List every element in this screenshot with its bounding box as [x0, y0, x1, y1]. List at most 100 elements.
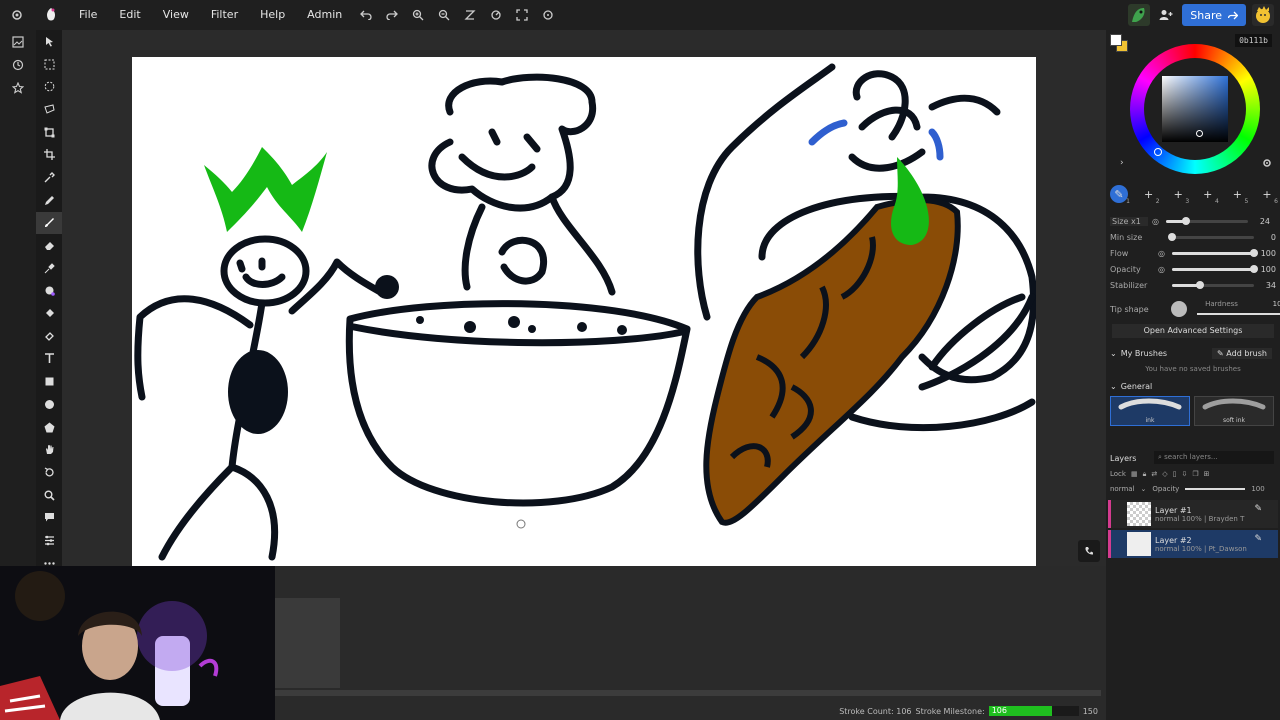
- user-avatar-2[interactable]: [1252, 4, 1274, 26]
- rectangle-shape-icon[interactable]: [36, 370, 62, 393]
- chef-head: [428, 73, 597, 212]
- add-user-icon[interactable]: [1156, 5, 1176, 25]
- history-icon[interactable]: [0, 53, 36, 76]
- expand-chevron-icon[interactable]: ›: [1120, 158, 1124, 168]
- layer-search-input[interactable]: ⌕ search layers...: [1154, 451, 1274, 464]
- brush-slot-3[interactable]: +3: [1169, 185, 1190, 206]
- brush-slot-4[interactable]: +4: [1199, 185, 1219, 206]
- comment-icon[interactable]: [36, 506, 62, 529]
- lock-icon[interactable]: 🔒︎: [1143, 470, 1147, 479]
- clear-layer-icon[interactable]: ◇: [1162, 470, 1167, 478]
- undo-icon[interactable]: [353, 0, 379, 30]
- brush-soft-ink[interactable]: soft ink: [1194, 396, 1274, 426]
- favorites-star-icon[interactable]: [0, 76, 36, 99]
- settings-icon[interactable]: [0, 0, 34, 30]
- opacity-slider[interactable]: Opacity ◎ 100: [1110, 262, 1276, 276]
- my-brushes-header[interactable]: ⌄ My Brushes ✎ Add brush: [1110, 346, 1276, 360]
- crop-icon[interactable]: [36, 143, 62, 166]
- menu-edit[interactable]: Edit: [108, 0, 151, 30]
- layer-opacity-value: 100: [1251, 485, 1265, 493]
- color-swatch-icon[interactable]: [36, 280, 62, 303]
- menu-filter[interactable]: Filter: [200, 0, 249, 30]
- min-size-slider[interactable]: Min size 0: [1110, 230, 1276, 244]
- brush-slot-6[interactable]: +6: [1258, 185, 1278, 206]
- stabilizer-slider[interactable]: Stabilizer 34: [1110, 278, 1276, 292]
- redo-icon[interactable]: [379, 0, 405, 30]
- general-header[interactable]: ⌄ General: [1110, 379, 1276, 393]
- layer-brush-icon[interactable]: ✎: [1254, 504, 1262, 514]
- color-settings-icon[interactable]: [1262, 158, 1272, 170]
- layer-row-1[interactable]: Layer #1 normal 100% | Brayden T ✎: [1108, 500, 1278, 528]
- timeline-frame[interactable]: [275, 598, 340, 688]
- move-tool-icon[interactable]: [36, 30, 62, 53]
- brush-slot-1[interactable]: ✎ 1: [1110, 185, 1130, 205]
- filters-icon[interactable]: [36, 529, 62, 552]
- ellipse-select-icon[interactable]: [36, 75, 62, 98]
- add-brush-button[interactable]: ✎ Add brush: [1212, 347, 1272, 359]
- pressure-icon[interactable]: ◎: [1152, 217, 1164, 226]
- smudge-icon[interactable]: [36, 257, 62, 280]
- layer-row-2[interactable]: Layer #2 normal 100% | Pt_Dawson ✎: [1108, 530, 1278, 558]
- menu-file[interactable]: File: [68, 0, 108, 30]
- zoom-tool-icon[interactable]: [36, 484, 62, 507]
- layer-brush-icon[interactable]: ✎: [1254, 534, 1262, 544]
- user-avatar-1[interactable]: [1128, 4, 1151, 26]
- text-tool-icon[interactable]: [36, 348, 62, 371]
- app-logo-icon[interactable]: [34, 0, 68, 30]
- lasso-icon[interactable]: [36, 98, 62, 121]
- zoom-in-icon[interactable]: [405, 0, 431, 30]
- timeline[interactable]: [275, 566, 1106, 720]
- fullscreen-icon[interactable]: [509, 0, 535, 30]
- eyedropper-icon[interactable]: [36, 166, 62, 189]
- share-button[interactable]: Share: [1182, 4, 1246, 26]
- flip-icon[interactable]: [457, 0, 483, 30]
- open-advanced-settings-button[interactable]: Open Advanced Settings: [1112, 324, 1274, 338]
- gradient-icon[interactable]: [36, 325, 62, 348]
- brush-slot-5[interactable]: +5: [1228, 185, 1249, 206]
- right-panel: 0b111b › ✎ 1 +2 +3 +4 +5 +6 Size x1 ◎ 24 …: [1106, 30, 1280, 720]
- transform-icon[interactable]: [36, 121, 62, 144]
- wheel-picker[interactable]: [1154, 148, 1162, 156]
- timeline-scrollbar[interactable]: [275, 690, 1101, 696]
- brush-tool-icon[interactable]: [36, 211, 62, 235]
- rotate-canvas-icon[interactable]: [36, 461, 62, 484]
- pressure-icon[interactable]: ◎: [1158, 265, 1170, 274]
- duplicate-layer-icon[interactable]: ❐: [1192, 470, 1198, 478]
- menu-help[interactable]: Help: [249, 0, 296, 30]
- fill-bucket-icon[interactable]: [36, 302, 62, 325]
- lock-label: Lock: [1110, 470, 1126, 478]
- brush-ink[interactable]: ink: [1110, 396, 1190, 426]
- lock-transparency-icon[interactable]: ▦: [1131, 470, 1138, 478]
- image-panel-icon[interactable]: [0, 30, 36, 53]
- merge-layer-icon[interactable]: ⇩: [1181, 470, 1187, 478]
- ellipse-shape-icon[interactable]: [36, 393, 62, 416]
- canvas-tool-button[interactable]: [1078, 540, 1100, 562]
- polygon-shape-icon[interactable]: [36, 416, 62, 439]
- menu-admin[interactable]: Admin: [296, 0, 353, 30]
- add-layer-icon[interactable]: ⊞: [1204, 470, 1210, 478]
- flow-slider[interactable]: Flow ◎ 100: [1110, 246, 1276, 260]
- pressure-icon[interactable]: ◎: [1158, 249, 1170, 258]
- eraser-icon[interactable]: [36, 234, 62, 257]
- saturation-value-square[interactable]: [1162, 76, 1228, 142]
- reset-view-icon[interactable]: [535, 0, 561, 30]
- delete-layer-icon[interactable]: ▯: [1173, 470, 1177, 478]
- hardness-slider[interactable]: [1197, 313, 1280, 315]
- zoom-out-icon[interactable]: [431, 0, 457, 30]
- fg-bg-swatch[interactable]: [1110, 34, 1128, 52]
- rotate-icon[interactable]: [483, 0, 509, 30]
- slider-value: 0: [1270, 232, 1276, 242]
- drawing-canvas[interactable]: [132, 57, 1036, 566]
- pencil-icon[interactable]: [36, 189, 62, 212]
- hex-value[interactable]: 0b111b: [1235, 34, 1272, 47]
- hand-pan-icon[interactable]: [36, 438, 62, 461]
- layer-opacity-slider[interactable]: [1185, 488, 1246, 490]
- sv-picker[interactable]: [1196, 130, 1203, 137]
- blend-mode-select[interactable]: normal: [1110, 485, 1135, 493]
- tip-shape-preview[interactable]: [1171, 301, 1188, 317]
- move-layer-icon[interactable]: ⇄: [1151, 470, 1157, 478]
- rect-select-icon[interactable]: [36, 53, 62, 76]
- menu-view[interactable]: View: [152, 0, 200, 30]
- brush-slot-2[interactable]: +2: [1140, 185, 1160, 206]
- size-slider[interactable]: Size x1 ◎ 24: [1110, 214, 1276, 228]
